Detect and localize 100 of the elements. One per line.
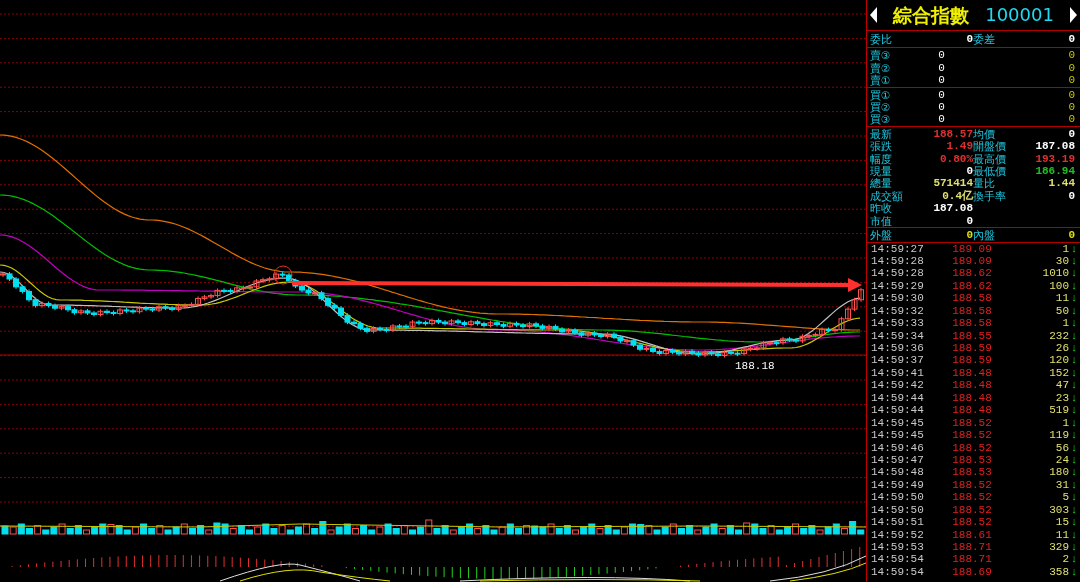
- tick-time: 14:59:30: [871, 292, 925, 305]
- direction-arrow: ↓: [1069, 292, 1079, 305]
- order-price: 0: [937, 61, 946, 75]
- field-label: 市值: [870, 214, 893, 228]
- tick-volume: 152: [1048, 366, 1069, 380]
- field-label: 總量: [870, 177, 893, 190]
- tick-price: 188.52: [951, 503, 993, 517]
- order-price: 0: [937, 74, 946, 87]
- tick-price: 189.09: [951, 242, 993, 255]
- tick-volume: 358: [1048, 565, 1069, 579]
- field-label: 最低價: [973, 165, 1007, 178]
- tick-price: 188.52: [951, 416, 993, 430]
- tick-volume: 11: [1054, 528, 1069, 541]
- tick-time: 14:59:52: [871, 528, 925, 541]
- tick-time: 14:59:42: [871, 379, 925, 392]
- order-price: 0: [937, 88, 946, 102]
- direction-arrow: ↓: [1069, 404, 1079, 417]
- tick-time: 14:59:53: [871, 541, 925, 554]
- tick-price: 188.48: [951, 366, 993, 380]
- tick-price: 188.48: [951, 404, 993, 417]
- direction-arrow: ↓: [1069, 391, 1079, 405]
- tick-volume: 31: [1054, 478, 1069, 492]
- tick-volume: 2: [1061, 553, 1069, 566]
- tick-time: 14:59:54: [871, 565, 925, 579]
- price-label: 188.18: [735, 360, 775, 372]
- field-label: 量比: [973, 177, 996, 190]
- direction-arrow: ↓: [1069, 342, 1079, 355]
- tick-volume: 30: [1054, 254, 1069, 268]
- field-value: 1.49: [945, 140, 973, 153]
- tick-price: 188.62: [951, 279, 993, 293]
- field-label: 外盤: [870, 229, 893, 242]
- tick-volume: 24: [1054, 453, 1069, 467]
- tick-time: 14:59:34: [871, 329, 925, 342]
- tick-price: 189.09: [951, 254, 993, 268]
- order-label: 賣③: [870, 49, 892, 62]
- tick-volume: 180: [1048, 466, 1069, 479]
- tick-volume: 1: [1061, 242, 1069, 255]
- field-value: 193.19: [1034, 152, 1075, 166]
- order-volume: 0: [1067, 88, 1075, 102]
- tick-time: 14:59:48: [871, 466, 925, 479]
- field-label: 委比: [870, 33, 893, 46]
- field-label: 開盤價: [973, 140, 1007, 153]
- direction-arrow: ↓: [1069, 416, 1079, 430]
- tick-time: 14:59:36: [871, 342, 925, 355]
- tick-time: 14:59:45: [871, 429, 925, 442]
- tick-time: 14:59:44: [871, 391, 925, 405]
- tick-volume: 119: [1048, 429, 1069, 442]
- tick-volume: 5: [1061, 491, 1069, 504]
- tick-price: 188.52: [951, 478, 993, 492]
- left-arrow-icon[interactable]: [870, 7, 877, 23]
- tick-time: 14:59:49: [871, 478, 925, 492]
- tick-volume: 519: [1048, 404, 1069, 417]
- direction-arrow: ↓: [1069, 254, 1079, 268]
- field-label: 張跌: [870, 140, 893, 153]
- field-label: 昨收: [870, 202, 893, 215]
- index-title: 綜合指數: [893, 3, 970, 27]
- tick-time: 14:59:47: [871, 453, 925, 467]
- direction-arrow: ↓: [1069, 267, 1079, 280]
- tick-time: 14:59:41: [871, 366, 925, 380]
- tick-price: 188.58: [951, 304, 993, 318]
- tick-price: 188.61: [951, 528, 993, 541]
- order-label: 賣②: [870, 61, 892, 75]
- direction-arrow: ↓: [1069, 565, 1079, 579]
- field-label: 成交額: [870, 189, 904, 203]
- direction-arrow: ↓: [1069, 516, 1079, 529]
- tick-time: 14:59:45: [871, 416, 925, 430]
- field-value: 186.94: [1034, 165, 1075, 178]
- field-value: 0: [1067, 127, 1075, 141]
- tick-price: 188.58: [951, 292, 993, 305]
- field-value: 0.80%: [939, 152, 973, 166]
- tick-time: 14:59:50: [871, 503, 925, 517]
- field-value: 0: [965, 33, 973, 46]
- right-arrow-icon[interactable]: [1070, 7, 1077, 23]
- order-price: 0: [937, 101, 946, 114]
- tick-volume: 15: [1054, 516, 1069, 529]
- field-value: 188.57: [932, 127, 973, 141]
- tick-price: 188.59: [951, 354, 993, 367]
- tick-volume: 232: [1048, 329, 1069, 342]
- order-label: 買③: [870, 113, 892, 126]
- tick-price: 188.53: [951, 453, 993, 467]
- tick-volume: 120: [1048, 354, 1069, 367]
- order-label: 買②: [870, 101, 892, 114]
- field-value: 0: [1067, 229, 1075, 242]
- tick-time: 14:59:37: [871, 354, 925, 367]
- direction-arrow: ↓: [1069, 541, 1079, 554]
- order-volume: 0: [1067, 61, 1075, 75]
- field-value: 1.44: [1047, 177, 1075, 190]
- tick-volume: 100: [1048, 279, 1069, 293]
- direction-arrow: ↓: [1069, 503, 1079, 517]
- tick-price: 188.52: [951, 429, 993, 442]
- order-volume: 0: [1067, 74, 1075, 87]
- direction-arrow: ↓: [1069, 528, 1079, 541]
- tick-volume: 1: [1061, 317, 1069, 330]
- tick-price: 188.48: [951, 379, 993, 392]
- field-value: 571414: [932, 177, 973, 190]
- tick-price: 188.71: [951, 553, 993, 566]
- order-label: 買①: [870, 88, 892, 102]
- tick-time: 14:59:54: [871, 553, 925, 566]
- field-label: 均價: [973, 127, 996, 141]
- tick-price: 188.55: [951, 329, 993, 342]
